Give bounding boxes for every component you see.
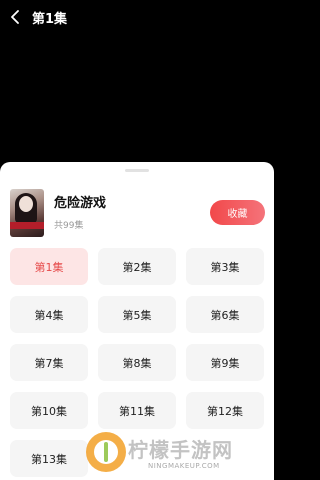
episode-sheet: 危险游戏 共99集 收藏 第1集 第2集 第3集 第4集 第5集 第6集 第7集… bbox=[0, 162, 274, 480]
episode-item[interactable]: 第4集 bbox=[10, 296, 88, 333]
video-player[interactable] bbox=[0, 34, 274, 162]
drama-cover bbox=[10, 189, 44, 237]
episode-item[interactable]: 第10集 bbox=[10, 392, 88, 429]
favorite-button[interactable]: 收藏 bbox=[210, 200, 265, 225]
episode-item[interactable]: 第7集 bbox=[10, 344, 88, 381]
episode-item[interactable]: 第1集 bbox=[10, 248, 88, 285]
drama-title: 危险游戏 bbox=[54, 196, 107, 211]
episode-item[interactable]: 第3集 bbox=[186, 248, 264, 285]
episode-item[interactable]: 第11集 bbox=[98, 392, 176, 429]
episode-count: 共99集 bbox=[54, 221, 84, 231]
back-button[interactable] bbox=[0, 0, 30, 34]
episode-item[interactable]: 第8集 bbox=[98, 344, 176, 381]
episode-grid: 第1集 第2集 第3集 第4集 第5集 第6集 第7集 第8集 第9集 第10集… bbox=[10, 248, 264, 477]
episode-item[interactable]: 第2集 bbox=[98, 248, 176, 285]
episode-item[interactable]: 第12集 bbox=[186, 392, 264, 429]
top-bar: 第1集 bbox=[0, 0, 274, 34]
episode-item[interactable]: 第6集 bbox=[186, 296, 264, 333]
episode-title: 第1集 bbox=[32, 11, 68, 27]
episode-item[interactable]: 第5集 bbox=[98, 296, 176, 333]
episode-item[interactable]: 第9集 bbox=[186, 344, 264, 381]
sheet-handle[interactable] bbox=[125, 169, 149, 172]
chevron-left-icon bbox=[11, 10, 19, 24]
episode-item[interactable]: 第13集 bbox=[10, 440, 88, 477]
